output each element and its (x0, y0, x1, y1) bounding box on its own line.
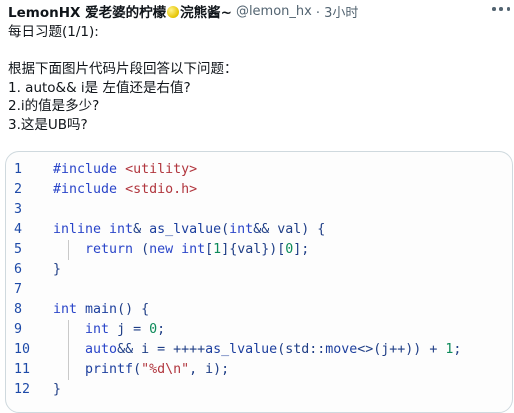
code-token: (std:: (277, 342, 326, 357)
code-token: as_lvalue (149, 222, 222, 237)
code-token: #include (53, 162, 126, 177)
code-token: 1 (213, 242, 222, 257)
code-text: } (53, 380, 61, 400)
code-token: new (149, 242, 182, 257)
code-line: 9 int j = 0; (6, 320, 512, 340)
author-name[interactable]: LemonHX 爱老婆的柠檬 浣熊酱~ (8, 1, 232, 21)
post-line: 1. auto&& i是 左值还是右值? (8, 79, 191, 96)
code-token: && val) { (253, 222, 326, 237)
code-token: () { (117, 302, 150, 317)
code-text: auto&& i = ++++as_lvalue(std::move<>(j++… (53, 340, 461, 360)
code-line: 4 inline int& as_lvalue(int&& val) { (6, 220, 512, 240)
code-text: printf("%d\n", i); (53, 360, 229, 380)
code-token: inline (53, 222, 110, 237)
code-token: as_lvalue (205, 342, 278, 357)
code-text: return (new int[1]{val})[0]; (53, 240, 309, 260)
code-line: 3 (6, 200, 512, 220)
more-horizontal-icon-dot (492, 7, 496, 11)
code-token: <>(j++)) + (357, 342, 446, 357)
code-token: int (181, 242, 206, 257)
code-token: int (85, 322, 118, 337)
line-number: 3 (14, 202, 23, 217)
code-line: 8 int main() { (6, 300, 512, 320)
code-token: ; (157, 322, 166, 337)
code-line: 5 return (new int[1]{val})[0]; (6, 240, 512, 260)
code-token: & (133, 222, 150, 237)
line-number: 5 (14, 242, 23, 257)
code-token: #include (53, 182, 126, 197)
more-horizontal-icon-dot (499, 7, 503, 11)
code-token: 0 (149, 322, 158, 337)
code-token: } (53, 382, 62, 397)
author-handle[interactable]: @lemon_hx (236, 4, 312, 19)
code-line: 10 auto&& i = ++++as_lvalue(std::move<>(… (6, 340, 512, 360)
code-line: 2 #include <stdio.h> (6, 180, 512, 200)
code-token: int (53, 302, 86, 317)
line-number: 10 (14, 342, 31, 357)
code-token: && i = ++++ (117, 342, 206, 357)
post-text: 每日习题(1/1): 根据下面图片代码片段回答以下问题： 1. auto&& i… (8, 23, 488, 134)
code-text: inline int& as_lvalue(int&& val) { (53, 220, 325, 240)
code-text: int main() { (53, 300, 149, 320)
code-text: #include <utility> (53, 160, 197, 180)
more-options-button[interactable] (492, 2, 510, 16)
code-token: printf (85, 362, 134, 377)
code-token: <stdio.h> (125, 182, 198, 197)
post-line: 3.这是UB吗? (8, 116, 88, 133)
code-token: j = (117, 322, 150, 337)
post-header: LemonHX 爱老婆的柠檬 浣熊酱~ @lemon_hx · 3小时 (8, 0, 506, 22)
code-token: int (109, 222, 134, 237)
code-token: ( (221, 222, 230, 237)
code-token: , i); (189, 362, 230, 377)
code-line: 11 printf("%d\n", i); (6, 360, 512, 380)
code-token: [ (205, 242, 214, 257)
author-name-suffix: 浣熊酱~ (180, 5, 232, 21)
line-number: 4 (14, 222, 23, 237)
line-number: 7 (14, 282, 23, 297)
line-number: 11 (14, 362, 31, 377)
line-number: 8 (14, 302, 23, 317)
code-line: 7 (6, 280, 512, 300)
more-horizontal-icon-dot (506, 7, 510, 11)
code-line: 1 #include <utility> (6, 160, 512, 180)
post-time[interactable]: · 3小时 (316, 2, 359, 21)
code-token: ; (453, 342, 462, 357)
code-token: ]{val})[ (221, 242, 286, 257)
code-token: main (85, 302, 118, 317)
code-token: move (325, 342, 358, 357)
code-text: #include <stdio.h> (53, 180, 197, 200)
code-token: ( (141, 242, 150, 257)
line-number: 1 (14, 162, 23, 177)
post-line (8, 42, 488, 61)
code-line: 6} (6, 260, 512, 280)
code-text: int j = 0; (53, 320, 165, 340)
code-image[interactable]: 1 #include <utility> 2 #include <stdio.h> 3 4… (5, 151, 513, 413)
code-token: int (229, 222, 254, 237)
line-number: 6 (14, 262, 23, 277)
code-text: } (53, 260, 61, 280)
code-token: ]; (293, 242, 310, 257)
code-token: "%d\n" (141, 362, 190, 377)
post-line: 每日习题(1/1): (8, 24, 99, 40)
code-token: <utility> (125, 162, 198, 177)
line-number: 12 (14, 382, 31, 397)
lemon-emoji-icon (167, 6, 180, 18)
line-number: 9 (14, 322, 23, 337)
code-line: 12} (6, 380, 512, 400)
author-name-text: LemonHX 爱老婆的柠檬 (8, 5, 167, 21)
code-token: ( (133, 362, 142, 377)
code-token: auto (85, 342, 118, 357)
post-line: 2.i的值是多少? (8, 98, 100, 114)
code-token: return (85, 242, 142, 257)
line-number: 2 (14, 182, 23, 197)
code-token: } (53, 262, 62, 277)
post-line: 根据下面图片代码片段回答以下问题： (8, 61, 238, 77)
